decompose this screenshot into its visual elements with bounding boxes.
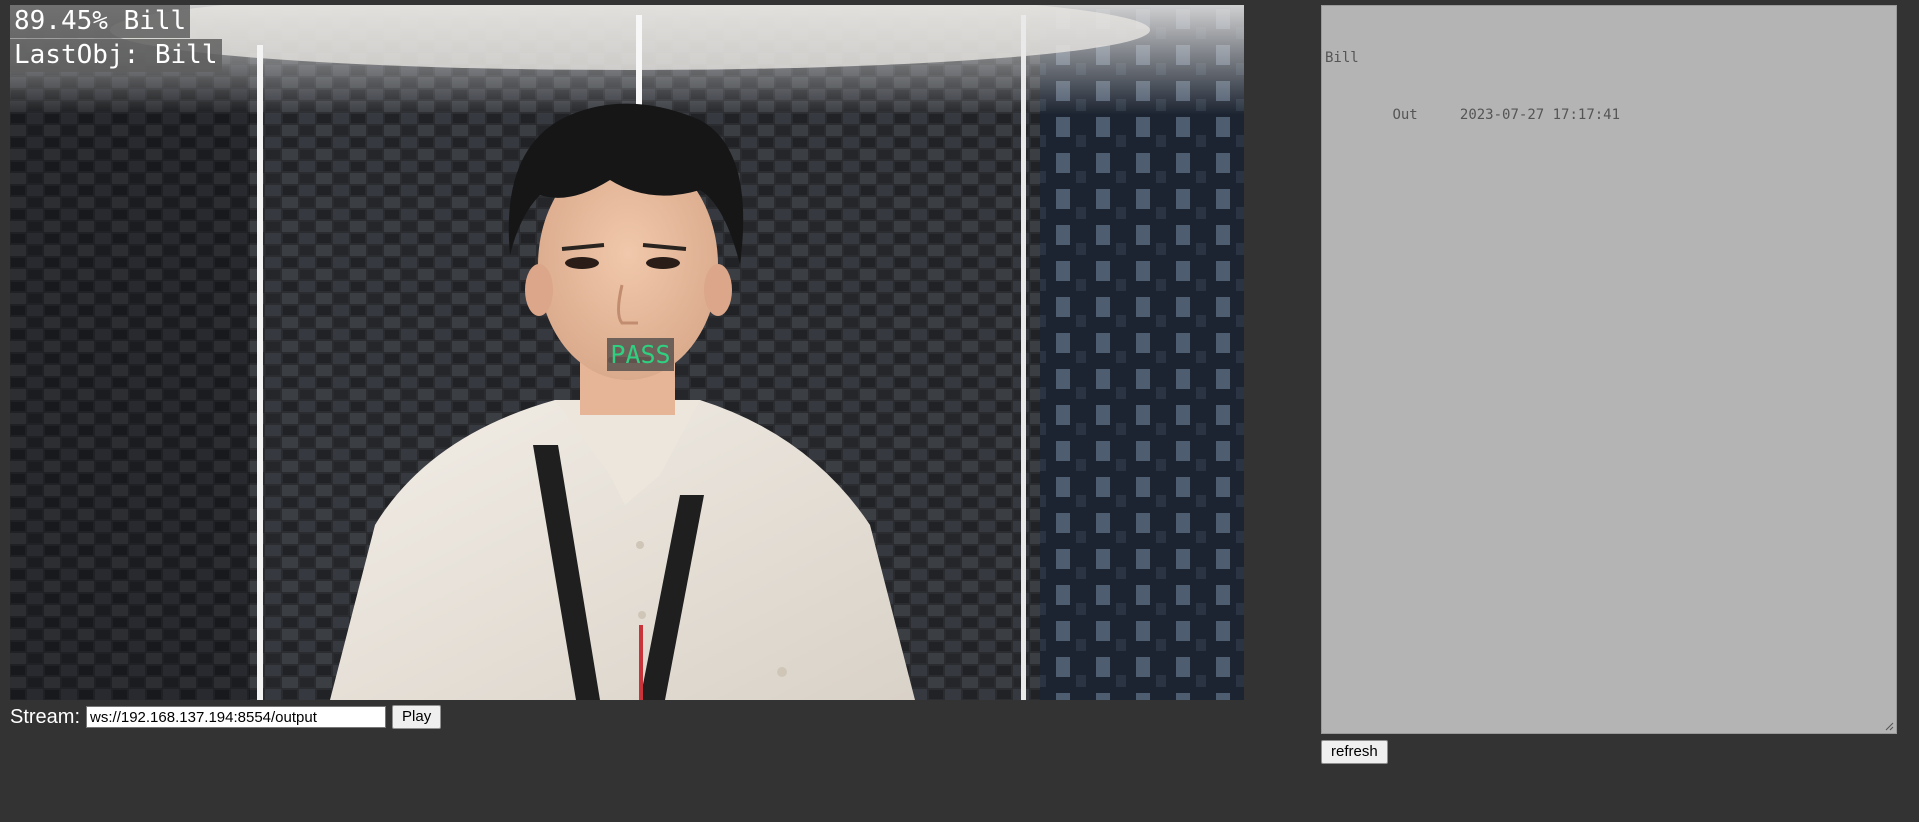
recognition-score-overlay: 89.45% Bill	[10, 5, 191, 38]
last-object-overlay: LastObj: Bill	[10, 39, 222, 72]
video-stream: 89.45% Bill LastObj: Bill PASS	[10, 5, 1244, 700]
stream-controls: Stream: Play	[10, 704, 442, 730]
pass-badge: PASS	[607, 338, 674, 371]
log-entry-timestamp: 2023-07-27 17:17:41	[1459, 107, 1621, 123]
play-button[interactable]: Play	[392, 705, 442, 729]
resize-grip-icon[interactable]	[1884, 721, 1894, 731]
log-entry-detail: Out 2023-07-27 17:17:41	[1325, 106, 1893, 125]
stream-url-input[interactable]	[86, 706, 387, 728]
attendance-log-textarea[interactable]: Bill Out 2023-07-27 17:17:41	[1321, 5, 1897, 734]
log-entry-name: Bill	[1325, 50, 1359, 66]
refresh-button[interactable]: refresh	[1321, 740, 1388, 764]
stream-label: Stream:	[10, 705, 81, 728]
page: 89.45% Bill LastObj: Bill PASS Stream: P…	[0, 0, 1919, 822]
log-entry-status: Out	[1392, 107, 1418, 123]
